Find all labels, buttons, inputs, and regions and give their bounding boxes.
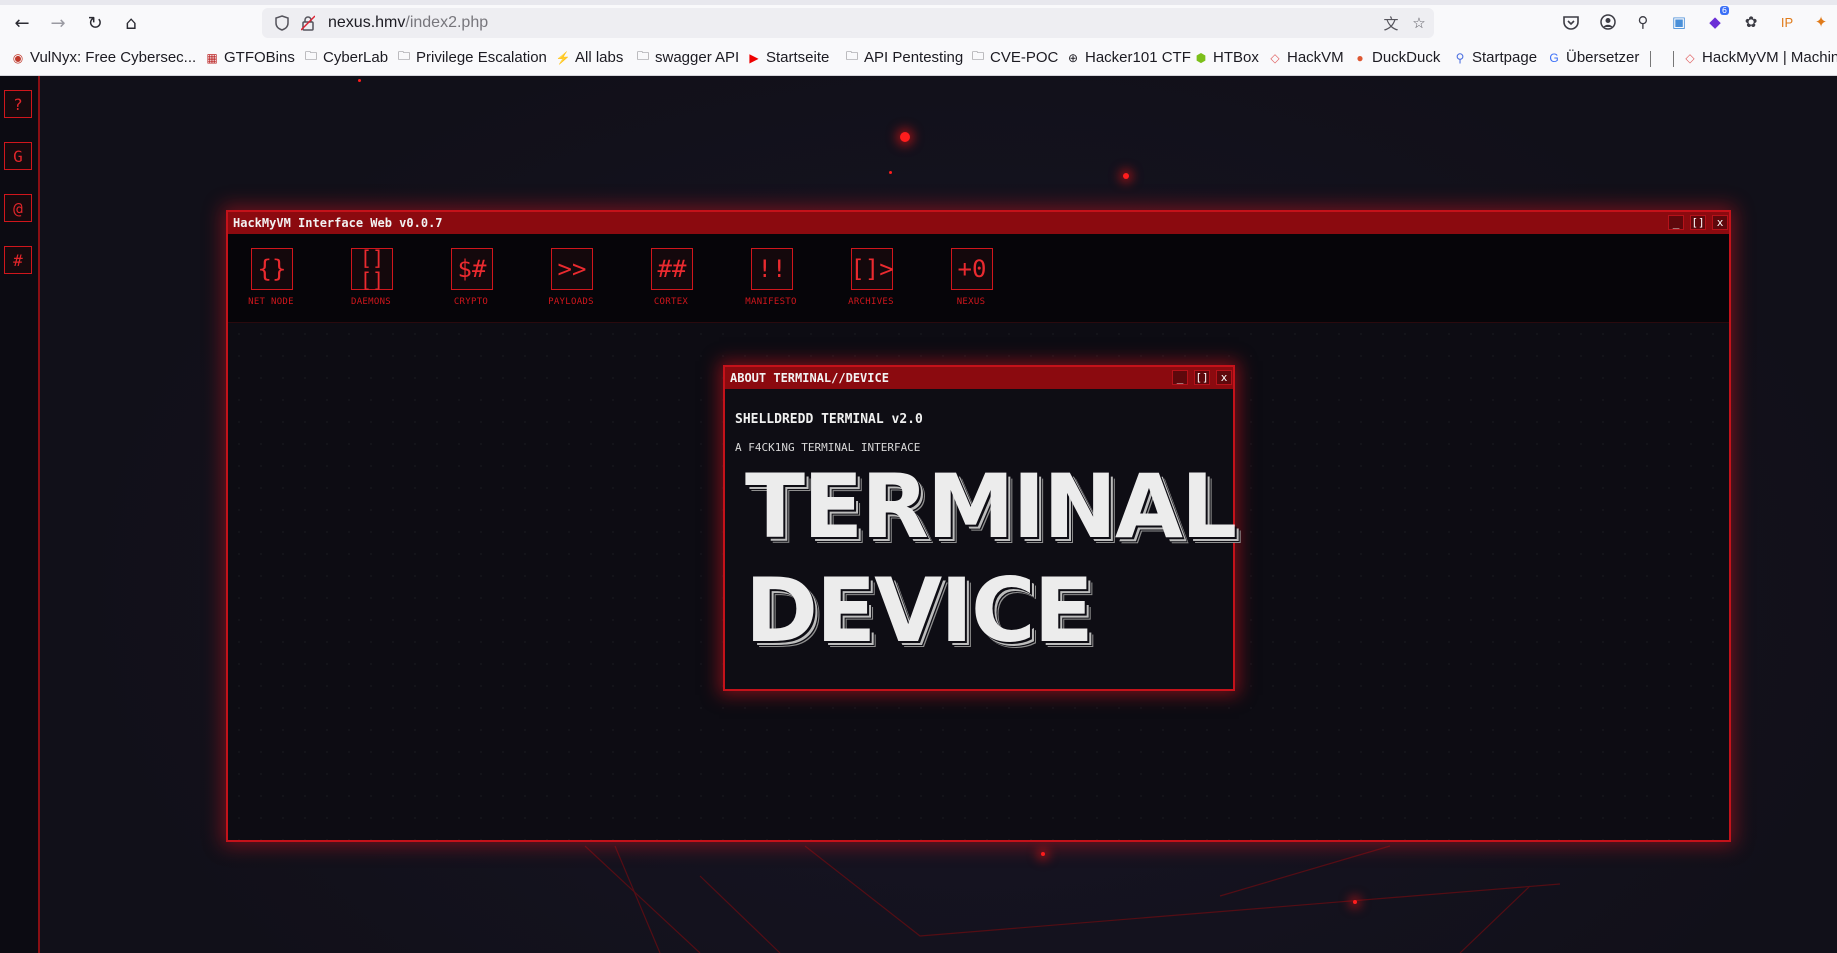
shield-icon[interactable] [272,13,292,33]
bookmark-item[interactable]: ⚲ Startpage [1453,49,1537,66]
about-maximize-button[interactable]: [] [1194,370,1210,385]
main-window-title: HackMyVM Interface Web v0.0.7 [233,216,443,230]
vulnyx-icon: ◉ [12,50,24,65]
hash-button[interactable]: # [4,246,32,274]
bookmark-item[interactable]: ▶ Startseite [747,49,829,66]
tool-label: ARCHIVES [848,297,894,307]
braces-icon[interactable]: {} [251,248,293,290]
youtube-icon: ▶ [749,50,759,65]
duckduckgo-icon: ● [1356,50,1364,65]
forward-button[interactable]: → [45,10,71,36]
folder-icon: 🗀 [397,49,410,63]
portswigger-icon: ⚡ [555,50,571,65]
tool-label: MANIFESTO [745,297,797,307]
glow-dot [1123,173,1129,179]
contact-button[interactable]: @ [4,194,32,222]
bookmark-separator [1650,51,1674,67]
home-button[interactable]: ⌂ [118,10,144,36]
about-minimize-button[interactable]: _ [1172,370,1188,385]
minimize-button[interactable]: _ [1668,215,1684,230]
folder-icon: 🗀 [636,49,649,63]
glow-dot [358,79,361,82]
translate-icon[interactable]: 文 [1381,13,1401,33]
browser-chrome: ← → ↻ ⌂ nexus.hmv/index2.php 文 ☆ ⚲ ▣ ◆ 6 … [0,0,1837,76]
back-button[interactable]: ← [9,10,35,36]
about-dialog-titlebar[interactable]: ABOUT TERMINAL//DEVICE _ [] x [725,367,1233,389]
translate-icon: G [1549,50,1559,65]
foxyproxy-icon[interactable]: ✦ [1810,11,1832,33]
tool-label: CORTEX [653,297,689,307]
about-close-button[interactable]: x [1216,370,1232,385]
tool-label: NET NODE [248,297,294,307]
about-subtitle: A F4CK1NG TERMINAL INTERFACE [735,441,921,454]
bookmark-item[interactable]: 🗀 CVE-POC [971,49,1058,66]
app-toolbar: {} NET NODE [] [] DAEMONS $# CRYPTO >> P… [228,234,1729,323]
account-icon[interactable] [1597,11,1619,33]
hackmyvm-icon: ◇ [1685,50,1695,65]
tab-strip [0,0,1837,5]
maximize-button[interactable]: [] [1690,215,1706,230]
close-button[interactable]: x [1712,215,1728,230]
bookmark-item[interactable]: ▦ GTFOBins [205,49,295,66]
bookmark-item[interactable]: ⊕ Hacker101 CTF [1066,49,1191,66]
bookmarks-bar: ◉ VulNyx: Free Cybersec... ▦ GTFOBins 🗀 Cyb… [0,46,1837,72]
lock-insecure-icon[interactable] [298,13,318,33]
brackets-icon[interactable]: [] [] [351,247,393,291]
folder-icon: 🗀 [845,49,858,63]
tool-label: DAEMONS [350,297,392,307]
bookmark-item[interactable]: 🗀 swagger API [636,49,739,66]
g-button[interactable]: G [4,142,32,170]
glow-dot [900,132,910,142]
about-dialog-title: ABOUT TERMINAL//DEVICE [730,371,889,385]
chevrons-icon[interactable]: >> [551,248,593,290]
extension-purple-icon[interactable]: ◆ 6 [1704,6,1729,33]
globe-icon: ⊕ [1067,50,1079,65]
bookmark-item[interactable]: 🗀 Privilege Escalation [397,49,547,66]
star-icon[interactable]: ☆ [1409,13,1429,33]
extensions-icon[interactable]: ⚲ [1632,11,1654,33]
about-dialog: ABOUT TERMINAL//DEVICE _ [] x SHELLDREDD… [723,365,1237,691]
htb-icon: ⬢ [1195,50,1207,65]
main-window-titlebar[interactable]: HackMyVM Interface Web v0.0.7 _ [] x [228,212,1729,234]
glow-dot [889,171,892,174]
tool-label: NEXUS [956,297,986,307]
bookmark-item[interactable]: 🗀 API Pentesting [845,49,963,66]
ip-extension-icon[interactable]: IP [1776,11,1798,33]
bookmark-item[interactable]: ◇ HackMyVM | Machine [1683,49,1837,66]
glow-dot [1353,900,1357,904]
about-heading: SHELLDREDD TERMINAL v2.0 [735,412,923,427]
gtfobins-icon: ▦ [206,50,218,65]
sidebar: ? G @ # [0,76,40,953]
ascii-art-terminal: TERMINAL [745,455,1237,558]
bookmark-item[interactable]: ⬢ HTBox [1194,49,1259,66]
folder-icon: 🗀 [971,49,984,63]
bookmark-item[interactable]: 🗀 CyberLab [304,49,388,66]
address-bar[interactable]: nexus.hmv/index2.php 文 ☆ [262,8,1434,38]
bookmark-item[interactable]: ◇ HackVM [1268,49,1343,66]
hackmyvm-icon: ◇ [1270,50,1280,65]
reload-button[interactable]: ↻ [82,10,108,36]
extension-badge: 6 [1719,6,1729,15]
plus-zero-icon[interactable]: +0 [951,248,993,290]
exclamation-icon[interactable]: !! [751,248,793,290]
tool-label: PAYLOADS [548,297,594,307]
bookmark-item[interactable]: G Übersetzer [1547,49,1639,66]
help-button[interactable]: ? [4,90,32,118]
url-text[interactable]: nexus.hmv/index2.php [328,14,488,32]
startpage-icon: ⚲ [1455,50,1465,65]
extension-blue-icon[interactable]: ▣ [1668,11,1690,33]
page-viewport: ? G @ # HackMyVM Interface Web v0.0.7 _ … [0,76,1837,953]
folder-icon: 🗀 [304,49,317,63]
ascii-art-device: DEVICE [745,559,1094,662]
glow-dot [1041,852,1045,856]
bookmark-item[interactable]: ⚡ All labs [555,49,624,66]
dollar-hash-icon[interactable]: $# [451,248,493,290]
bookmark-item[interactable]: ◉ VulNyx: Free Cybersec... [11,49,196,66]
bookmark-item[interactable]: ● DuckDuck [1353,49,1440,66]
double-hash-icon[interactable]: ## [651,248,693,290]
archive-icon[interactable]: []> [850,248,894,290]
cookie-icon[interactable]: ✿ [1740,11,1762,33]
tool-label: CRYPTO [453,297,489,307]
pocket-icon[interactable] [1560,11,1582,33]
